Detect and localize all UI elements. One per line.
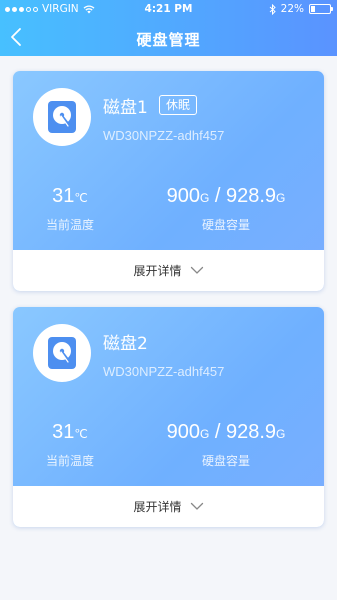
- total-value: 928.9: [225, 421, 277, 443]
- disk-name: 磁盘1: [103, 98, 148, 118]
- capacity-stat: 900G / 928.9G 硬盘容量: [151, 420, 301, 469]
- temperature-unit: ℃: [74, 427, 88, 441]
- disk-name: 磁盘2: [103, 334, 148, 354]
- expand-details-button[interactable]: 展开详情: [13, 486, 324, 527]
- total-value: 928.9: [225, 185, 277, 207]
- disk-card: 磁盘1 休眠 WD30NPZZ-adhf457 31℃ 当前温度 900G / …: [13, 71, 324, 291]
- temperature-value: 31: [52, 421, 75, 443]
- used-value: 900: [166, 185, 200, 207]
- status-badge: 休眠: [159, 95, 198, 115]
- total-unit: G: [276, 427, 286, 441]
- used-unit: G: [199, 427, 210, 441]
- expand-details-label: 展开详情: [133, 500, 182, 514]
- disk-avatar: [33, 324, 91, 382]
- temperature-label: 当前温度: [45, 454, 94, 468]
- battery-percent: 22%: [280, 3, 304, 15]
- hard-disk-icon: [48, 337, 76, 369]
- expand-details-button[interactable]: 展开详情: [13, 250, 324, 291]
- temperature-stat: 31℃ 当前温度: [35, 184, 105, 233]
- used-unit: G: [199, 191, 210, 205]
- capacity-separator: /: [209, 185, 226, 207]
- page-title: 硬盘管理: [136, 31, 201, 49]
- chevron-down-icon: [190, 502, 203, 510]
- disk-card: 磁盘2 WD30NPZZ-adhf457 31℃ 当前温度 900G / 928…: [13, 307, 324, 527]
- battery-group: 22%: [269, 3, 333, 15]
- temperature-label: 当前温度: [45, 218, 94, 232]
- expand-details-label: 展开详情: [133, 264, 182, 278]
- disk-model: WD30NPZZ-adhf457: [103, 364, 225, 379]
- capacity-label: 硬盘容量: [201, 218, 250, 232]
- status-bar: VIRGIN 4:21 PM 22%: [0, 0, 337, 18]
- battery-icon: [309, 4, 333, 14]
- capacity-stat: 900G / 928.9G 硬盘容量: [151, 184, 301, 233]
- temperature-value: 31: [52, 185, 75, 207]
- hard-disk-icon: [48, 101, 76, 133]
- bluetooth-icon: [269, 3, 276, 15]
- chevron-down-icon: [190, 266, 203, 274]
- temperature-unit: ℃: [74, 191, 88, 205]
- disk-model: WD30NPZZ-adhf457: [103, 128, 225, 143]
- temperature-stat: 31℃ 当前温度: [35, 420, 105, 469]
- disk-avatar: [33, 88, 91, 146]
- used-value: 900: [166, 421, 200, 443]
- header-bar: VIRGIN 4:21 PM 22% 硬盘管理: [0, 0, 337, 56]
- capacity-label: 硬盘容量: [201, 454, 250, 468]
- total-unit: G: [276, 191, 286, 205]
- capacity-separator: /: [209, 421, 226, 443]
